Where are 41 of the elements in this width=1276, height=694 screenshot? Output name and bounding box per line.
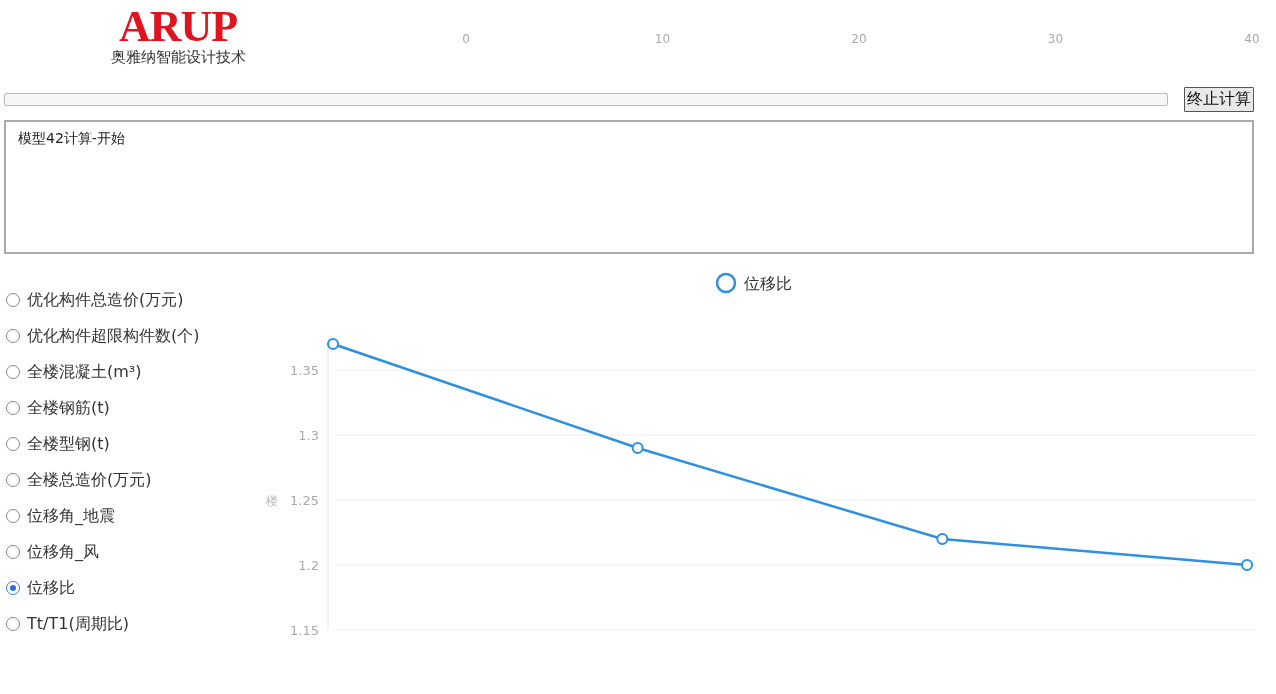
point — [631, 442, 644, 454]
radio-button[interactable] — [6, 473, 20, 487]
stop-button[interactable]: 终止计算 — [1184, 86, 1254, 112]
radio-label[interactable]: 全楼钢筋(t) — [27, 397, 110, 419]
radio-button[interactable] — [6, 329, 20, 343]
radio-button[interactable] — [6, 365, 20, 379]
radio-button[interactable] — [6, 437, 20, 451]
radio-button[interactable] — [6, 581, 20, 595]
radio-button[interactable] — [6, 617, 20, 631]
logo-text: ARUP — [118, 6, 238, 48]
point — [327, 338, 339, 350]
scale-tick: 0 — [461, 32, 471, 46]
radio-button[interactable] — [6, 545, 20, 559]
radio-button[interactable] — [6, 509, 20, 523]
scale-tick: 30 — [1046, 32, 1065, 46]
radio-label[interactable]: 位移比 — [27, 577, 75, 599]
radio-label[interactable]: 全楼总造价(万元) — [27, 469, 152, 491]
radio-button[interactable] — [6, 293, 20, 307]
radio-button[interactable] — [6, 401, 20, 415]
y-tick-label: 1.15 — [290, 623, 319, 638]
scale-tick: 20 — [850, 32, 868, 46]
scale-tick: 10 — [653, 32, 672, 46]
radio-label[interactable]: 全楼型钢(t) — [27, 433, 110, 455]
radio-label[interactable]: 全楼混凝土(m³) — [27, 361, 142, 383]
radio-label[interactable]: 位移角_风 — [27, 541, 99, 563]
radio-label[interactable]: 位移角_地震 — [27, 505, 115, 527]
point — [936, 533, 949, 545]
y-tick-label: 1.2 — [298, 558, 319, 573]
logo-subtitle: 奥雅纳智能设计技术 — [110, 48, 246, 66]
y-tick-label: 1.3 — [298, 428, 319, 443]
log-field[interactable]: 模型42计算-开始 — [4, 120, 1254, 254]
radio-label[interactable]: Tt/T1(周期比) — [27, 613, 129, 635]
y-axis-label: 楼 — [266, 494, 278, 508]
scale-tick: 40 — [1243, 32, 1261, 46]
legend-marker-icon — [715, 272, 737, 294]
legend-label: 位移比 — [744, 274, 792, 293]
radio-label[interactable]: 优化构件超限构件数(个) — [27, 325, 200, 347]
point — [1241, 559, 1253, 571]
radio-label[interactable]: 优化构件总造价(万元) — [27, 289, 184, 311]
y-tick-label: 1.25 — [290, 493, 319, 508]
y-tick-label: 1.35 — [290, 363, 319, 378]
